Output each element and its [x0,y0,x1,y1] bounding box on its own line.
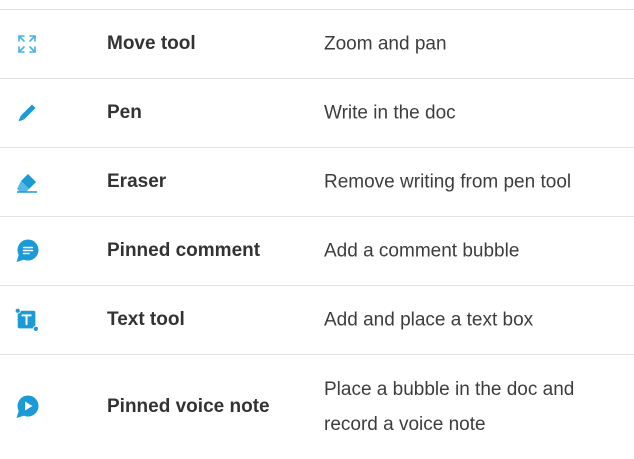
tool-description: Write in the doc [324,102,456,124]
tool-description: Add a comment bubble [324,240,520,262]
tool-description: Remove writing from pen tool [324,171,572,193]
text-box-icon [14,307,40,333]
tool-row-eraser: Eraser Remove writing from pen tool [0,148,634,217]
tool-name: Pinned comment [107,240,261,261]
move-arrows-icon [14,31,40,57]
comment-bubble-icon [14,238,40,264]
pen-icon [14,100,40,126]
tool-name: Text tool [107,309,185,330]
tool-description: Place a bubble in the doc and record a v… [324,379,575,435]
tool-row-pen: Pen Write in the doc [0,79,634,148]
tools-table: Move tool Zoom and pan Pen Write in the … [0,9,634,459]
tool-row-pinned-voice-note: Pinned voice note Place a bubble in the … [0,355,634,459]
tool-name: Pinned voice note [107,396,270,417]
tool-row-text: Text tool Add and place a text box [0,286,634,355]
tool-description: Zoom and pan [324,33,447,55]
tool-description: Add and place a text box [324,309,534,331]
eraser-icon [14,169,40,195]
tool-name: Pen [107,102,142,123]
voice-note-icon [14,394,40,420]
tool-name: Move tool [107,33,196,54]
tool-name: Eraser [107,171,167,192]
tool-row-move: Move tool Zoom and pan [0,10,634,79]
tool-row-pinned-comment: Pinned comment Add a comment bubble [0,217,634,286]
